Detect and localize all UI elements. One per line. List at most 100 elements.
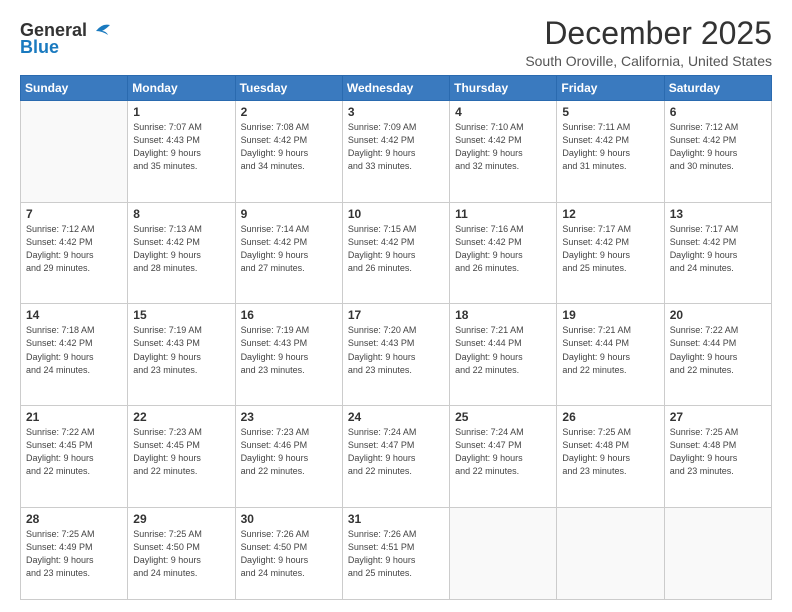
table-row: 9 Sunrise: 7:14 AM Sunset: 4:42 PM Daylig… [235, 202, 342, 304]
day-info: Sunrise: 7:09 AM Sunset: 4:42 PM Dayligh… [348, 121, 444, 173]
table-row [450, 507, 557, 599]
col-thursday: Thursday [450, 76, 557, 101]
day-number: 3 [348, 105, 444, 119]
day-number: 27 [670, 410, 766, 424]
day-number: 7 [26, 207, 122, 221]
calendar-table: Sunday Monday Tuesday Wednesday Thursday… [20, 75, 772, 600]
header: General Blue December 2025 South Orovill… [20, 16, 772, 69]
table-row: 7 Sunrise: 7:12 AM Sunset: 4:42 PM Daylig… [21, 202, 128, 304]
table-row: 26 Sunrise: 7:25 AM Sunset: 4:48 PM Dayli… [557, 406, 664, 508]
table-row: 3 Sunrise: 7:09 AM Sunset: 4:42 PM Daylig… [342, 101, 449, 203]
day-info: Sunrise: 7:25 AM Sunset: 4:48 PM Dayligh… [562, 426, 658, 478]
day-number: 13 [670, 207, 766, 221]
day-number: 18 [455, 308, 551, 322]
table-row: 20Sunrise: 7:22 AM Sunset: 4:44 PM Dayli… [664, 304, 771, 406]
table-row: 23 Sunrise: 7:23 AM Sunset: 4:46 PM Dayli… [235, 406, 342, 508]
day-info: Sunrise: 7:22 AM Sunset: 4:44 PM Dayligh… [670, 324, 766, 376]
day-number: 30 [241, 512, 337, 526]
day-info: Sunrise: 7:17 AM Sunset: 4:42 PM Dayligh… [670, 223, 766, 275]
day-number: 12 [562, 207, 658, 221]
day-info: Sunrise: 7:10 AM Sunset: 4:42 PM Dayligh… [455, 121, 551, 173]
subtitle: South Oroville, California, United State… [525, 53, 772, 69]
day-info: Sunrise: 7:18 AM Sunset: 4:42 PM Dayligh… [26, 324, 122, 376]
col-friday: Friday [557, 76, 664, 101]
table-row: 30 Sunrise: 7:26 AM Sunset: 4:50 PM Dayli… [235, 507, 342, 599]
table-row: 12Sunrise: 7:17 AM Sunset: 4:42 PM Dayli… [557, 202, 664, 304]
day-number: 23 [241, 410, 337, 424]
day-info: Sunrise: 7:14 AM Sunset: 4:42 PM Dayligh… [241, 223, 337, 275]
table-row: 1 Sunrise: 7:07 AM Sunset: 4:43 PM Daylig… [128, 101, 235, 203]
day-info: Sunrise: 7:15 AM Sunset: 4:42 PM Dayligh… [348, 223, 444, 275]
table-row: 5 Sunrise: 7:11 AM Sunset: 4:42 PM Daylig… [557, 101, 664, 203]
table-row: 17Sunrise: 7:20 AM Sunset: 4:43 PM Dayli… [342, 304, 449, 406]
day-info: Sunrise: 7:23 AM Sunset: 4:45 PM Dayligh… [133, 426, 229, 478]
day-info: Sunrise: 7:26 AM Sunset: 4:50 PM Dayligh… [241, 528, 337, 580]
day-info: Sunrise: 7:25 AM Sunset: 4:48 PM Dayligh… [670, 426, 766, 478]
day-number: 31 [348, 512, 444, 526]
day-number: 4 [455, 105, 551, 119]
day-number: 2 [241, 105, 337, 119]
day-number: 28 [26, 512, 122, 526]
day-info: Sunrise: 7:11 AM Sunset: 4:42 PM Dayligh… [562, 121, 658, 173]
col-wednesday: Wednesday [342, 76, 449, 101]
day-number: 6 [670, 105, 766, 119]
day-number: 9 [241, 207, 337, 221]
table-row: 21Sunrise: 7:22 AM Sunset: 4:45 PM Dayli… [21, 406, 128, 508]
col-sunday: Sunday [21, 76, 128, 101]
day-number: 19 [562, 308, 658, 322]
logo-bird-icon [88, 21, 110, 39]
title-block: December 2025 South Oroville, California… [525, 16, 772, 69]
table-row: 28 Sunrise: 7:25 AM Sunset: 4:49 PM Dayli… [21, 507, 128, 599]
table-row: 14 Sunrise: 7:18 AM Sunset: 4:42 PM Dayli… [21, 304, 128, 406]
day-info: Sunrise: 7:13 AM Sunset: 4:42 PM Dayligh… [133, 223, 229, 275]
day-info: Sunrise: 7:21 AM Sunset: 4:44 PM Dayligh… [455, 324, 551, 376]
table-row: 11 Sunrise: 7:16 AM Sunset: 4:42 PM Dayli… [450, 202, 557, 304]
day-number: 5 [562, 105, 658, 119]
day-info: Sunrise: 7:24 AM Sunset: 4:47 PM Dayligh… [455, 426, 551, 478]
calendar-header-row: Sunday Monday Tuesday Wednesday Thursday… [21, 76, 772, 101]
main-title: December 2025 [525, 16, 772, 51]
table-row: 4 Sunrise: 7:10 AM Sunset: 4:42 PM Daylig… [450, 101, 557, 203]
col-saturday: Saturday [664, 76, 771, 101]
table-row: 27 Sunrise: 7:25 AM Sunset: 4:48 PM Dayli… [664, 406, 771, 508]
table-row [557, 507, 664, 599]
day-number: 11 [455, 207, 551, 221]
day-info: Sunrise: 7:19 AM Sunset: 4:43 PM Dayligh… [133, 324, 229, 376]
table-row: 13 Sunrise: 7:17 AM Sunset: 4:42 PM Dayli… [664, 202, 771, 304]
table-row: 24Sunrise: 7:24 AM Sunset: 4:47 PM Dayli… [342, 406, 449, 508]
day-info: Sunrise: 7:12 AM Sunset: 4:42 PM Dayligh… [26, 223, 122, 275]
table-row: 6 Sunrise: 7:12 AM Sunset: 4:42 PM Daylig… [664, 101, 771, 203]
table-row: 2 Sunrise: 7:08 AM Sunset: 4:42 PM Daylig… [235, 101, 342, 203]
table-row: 25 Sunrise: 7:24 AM Sunset: 4:47 PM Dayli… [450, 406, 557, 508]
logo: General Blue [20, 20, 110, 58]
day-number: 8 [133, 207, 229, 221]
day-number: 22 [133, 410, 229, 424]
day-info: Sunrise: 7:23 AM Sunset: 4:46 PM Dayligh… [241, 426, 337, 478]
table-row: 8 Sunrise: 7:13 AM Sunset: 4:42 PM Daylig… [128, 202, 235, 304]
day-number: 21 [26, 410, 122, 424]
table-row [21, 101, 128, 203]
day-info: Sunrise: 7:21 AM Sunset: 4:44 PM Dayligh… [562, 324, 658, 376]
day-info: Sunrise: 7:19 AM Sunset: 4:43 PM Dayligh… [241, 324, 337, 376]
day-info: Sunrise: 7:12 AM Sunset: 4:42 PM Dayligh… [670, 121, 766, 173]
table-row: 18 Sunrise: 7:21 AM Sunset: 4:44 PM Dayli… [450, 304, 557, 406]
logo-blue-text: Blue [20, 37, 59, 58]
table-row: 10 Sunrise: 7:15 AM Sunset: 4:42 PM Dayli… [342, 202, 449, 304]
table-row [664, 507, 771, 599]
table-row: 29 Sunrise: 7:25 AM Sunset: 4:50 PM Dayli… [128, 507, 235, 599]
day-number: 26 [562, 410, 658, 424]
day-number: 29 [133, 512, 229, 526]
day-info: Sunrise: 7:16 AM Sunset: 4:42 PM Dayligh… [455, 223, 551, 275]
day-number: 1 [133, 105, 229, 119]
day-number: 15 [133, 308, 229, 322]
day-number: 25 [455, 410, 551, 424]
day-info: Sunrise: 7:25 AM Sunset: 4:50 PM Dayligh… [133, 528, 229, 580]
day-info: Sunrise: 7:25 AM Sunset: 4:49 PM Dayligh… [26, 528, 122, 580]
day-number: 14 [26, 308, 122, 322]
table-row: 22 Sunrise: 7:23 AM Sunset: 4:45 PM Dayli… [128, 406, 235, 508]
day-number: 10 [348, 207, 444, 221]
day-number: 17 [348, 308, 444, 322]
table-row: 16Sunrise: 7:19 AM Sunset: 4:43 PM Dayli… [235, 304, 342, 406]
day-info: Sunrise: 7:07 AM Sunset: 4:43 PM Dayligh… [133, 121, 229, 173]
day-info: Sunrise: 7:08 AM Sunset: 4:42 PM Dayligh… [241, 121, 337, 173]
